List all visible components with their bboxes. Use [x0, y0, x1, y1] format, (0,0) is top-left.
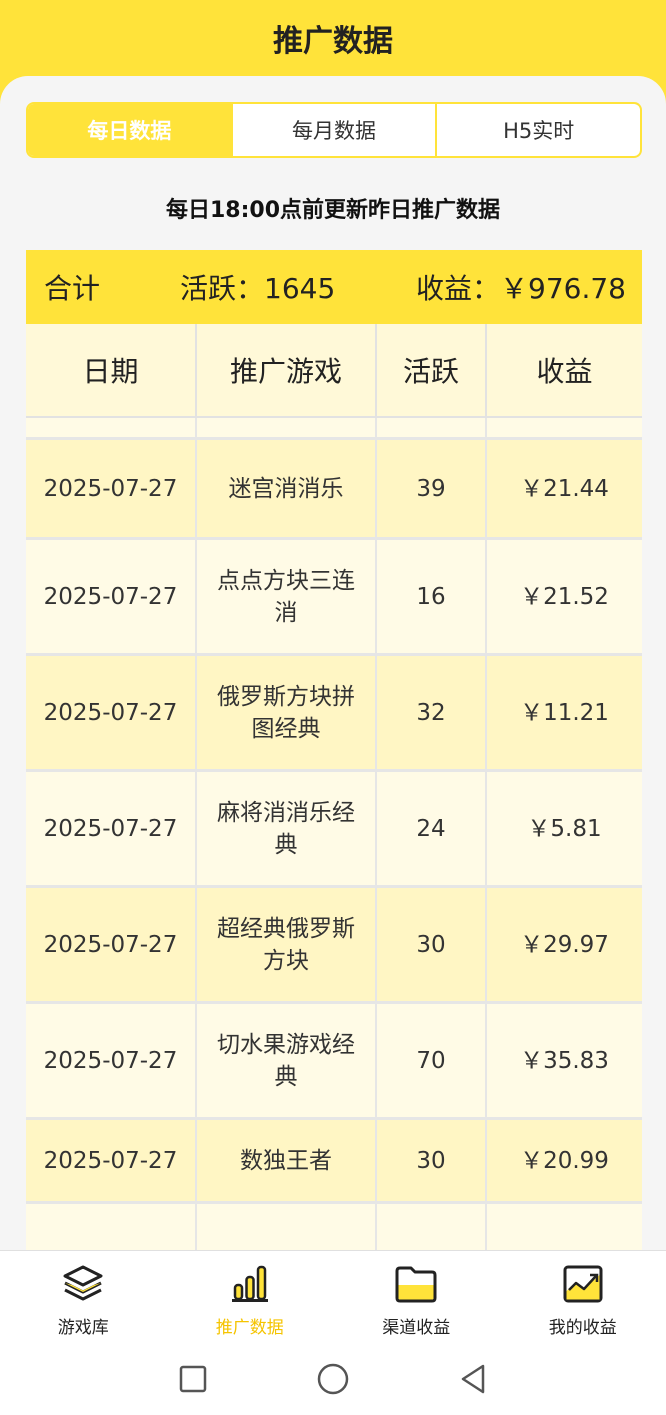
- cell-game: 切水果游戏经典: [197, 1004, 377, 1117]
- cell-date: 2025-07-27: [26, 888, 197, 1001]
- table-row[interactable]: 2025-07-27 俄罗斯方块拼图经典 32 ￥11.21: [26, 656, 642, 772]
- cell-active: 70: [377, 1004, 487, 1117]
- table-row[interactable]: 2025-07-27 超经典俄罗斯方块 30 ￥29.97: [26, 888, 642, 1004]
- back-button[interactable]: [451, 1357, 495, 1401]
- tab-bar: 每日数据 每月数据 H5实时: [26, 102, 642, 158]
- nav-label: 推广数据: [215, 1318, 284, 1338]
- table-row: [26, 418, 642, 440]
- header-date: 日期: [26, 324, 197, 416]
- main-content: 每日数据 每月数据 H5实时 每日18:00点前更新昨日推广数据 合计 活跃：1…: [0, 76, 666, 1250]
- cell-active: 16: [377, 540, 487, 653]
- cell-game: 花朵爱消除游: [197, 1204, 377, 1250]
- system-nav-bar: [0, 1342, 666, 1415]
- cell-income: ￥29.97: [520, 931, 609, 958]
- nav-label: 我的收益: [548, 1318, 617, 1338]
- nav-channel-income[interactable]: 渠道收益: [333, 1251, 500, 1342]
- nav-label: 渠道收益: [382, 1318, 451, 1338]
- cell-date: 2025-07-27: [26, 656, 197, 769]
- table-cell: [377, 418, 487, 437]
- cell-income: [487, 1204, 642, 1250]
- trend-chart-icon: [563, 1265, 603, 1303]
- cell-active: 32: [377, 656, 487, 769]
- page-title: 推广数据: [273, 24, 393, 59]
- table-row[interactable]: 花朵爱消除游: [26, 1204, 642, 1250]
- cell-game: 迷宫消消乐: [197, 440, 377, 537]
- bottom-nav: 游戏库 推广数据 渠道收益 我的收益: [0, 1250, 666, 1342]
- table-body: 2025-07-27 迷宫消消乐 39 ￥21.44 2025-07-27 点点方块三连消…: [26, 418, 642, 1250]
- table-row[interactable]: 2025-07-27 切水果游戏经典 70 ￥35.83: [26, 1004, 642, 1120]
- bar-chart-icon: [231, 1265, 268, 1302]
- recent-apps-button[interactable]: [171, 1357, 215, 1401]
- table-header: 日期 推广游戏 活跃 收益: [26, 324, 642, 418]
- table-row[interactable]: 2025-07-27 迷宫消消乐 39 ￥21.44: [26, 440, 642, 540]
- cell-active: 30: [377, 1120, 487, 1201]
- summary-bar: 合计 活跃：1645 收益：￥976.78: [26, 250, 642, 324]
- cell-income: ￥21.52: [520, 583, 609, 610]
- summary-active: 活跃：1645: [180, 272, 336, 305]
- layers-icon: [63, 1265, 103, 1301]
- cell-active: 39: [377, 440, 487, 537]
- cell-game: 超经典俄罗斯方块: [197, 888, 377, 1001]
- square-icon: [179, 1365, 207, 1392]
- nav-promo-data[interactable]: 推广数据: [167, 1251, 334, 1342]
- summary-total-label: 合计: [44, 272, 101, 305]
- cell-income: ￥21.44: [520, 475, 609, 502]
- table-row[interactable]: 2025-07-27 麻将消消乐经典 24 ￥5.81: [26, 772, 642, 888]
- cell-date: 2025-07-27: [26, 440, 197, 537]
- cell-active: 30: [377, 888, 487, 1001]
- cell-income: ￥5.81: [527, 815, 602, 842]
- table-cell: [26, 418, 197, 437]
- header-active: 活跃: [377, 324, 487, 416]
- cell-game: 俄罗斯方块拼图经典: [197, 656, 377, 769]
- tab-daily-data[interactable]: 每日数据: [28, 104, 231, 156]
- table-row[interactable]: 2025-07-27 数独王者 30 ￥20.99: [26, 1120, 642, 1204]
- app-header: 推广数据: [0, 0, 666, 76]
- update-notice: 每日18:00点前更新昨日推广数据: [165, 198, 501, 223]
- cell-date: 2025-07-27: [26, 772, 197, 885]
- cell-active: 24: [377, 772, 487, 885]
- table-row[interactable]: 2025-07-27 点点方块三连消 16 ￥21.52: [26, 540, 642, 656]
- table-cell: [487, 418, 642, 437]
- tab-monthly-data[interactable]: 每月数据: [230, 104, 436, 156]
- cell-date: 2025-07-27: [26, 1004, 197, 1117]
- data-table[interactable]: 2025-07-27 迷宫消消乐 39 ￥21.44 2025-07-27 点点方块三连消…: [26, 324, 642, 1250]
- summary-income: 收益：￥976.78: [416, 272, 626, 305]
- header-game: 推广游戏: [197, 324, 377, 416]
- cell-income: ￥35.83: [520, 1047, 609, 1074]
- cell-active: [377, 1204, 487, 1250]
- cell-date: 2025-07-27: [26, 1120, 197, 1201]
- cell-date: 2025-07-27: [26, 540, 197, 653]
- header-income: 收益: [536, 355, 593, 388]
- table-cell: [197, 418, 377, 437]
- cell-game: 点点方块三连消: [197, 540, 377, 653]
- nav-game-library[interactable]: 游戏库: [0, 1251, 167, 1342]
- folder-icon: [395, 1266, 437, 1303]
- cell-game: 麻将消消乐经典: [197, 772, 377, 885]
- cell-date: [26, 1204, 197, 1250]
- cell-income: ￥11.21: [520, 699, 609, 726]
- cell-game: 数独王者: [197, 1120, 377, 1201]
- nav-label: 游戏库: [57, 1318, 109, 1338]
- tab-h5-realtime[interactable]: H5实时: [435, 104, 640, 156]
- back-triangle-icon: [461, 1364, 485, 1393]
- home-button[interactable]: [311, 1357, 355, 1401]
- circle-icon: [317, 1363, 349, 1394]
- cell-income: ￥20.99: [520, 1147, 609, 1174]
- nav-my-income[interactable]: 我的收益: [500, 1251, 666, 1342]
